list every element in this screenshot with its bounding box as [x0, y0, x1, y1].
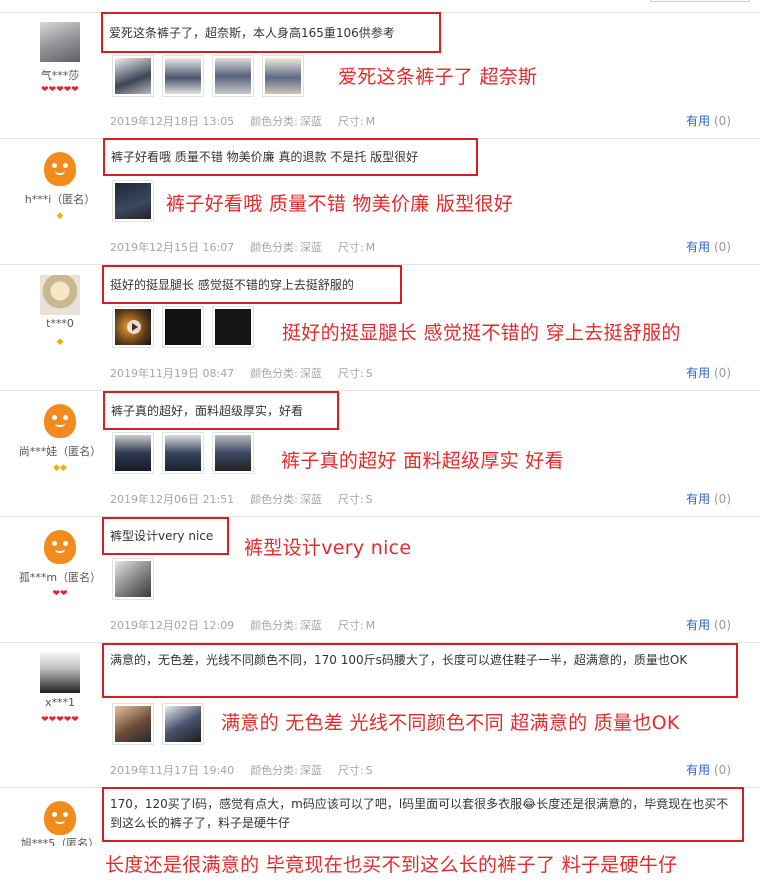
annotation-summary: 裤子真的超好 面料超级厚实 好看 — [281, 450, 564, 472]
color-label: 颜色分类: — [250, 367, 298, 380]
useful-button[interactable]: 有用 (0) — [686, 490, 731, 507]
color-label: 颜色分类: — [250, 493, 298, 506]
review-date: 2019年12月06日 21:51 — [110, 493, 235, 506]
annotation-summary: 裤子好看哦 质量不错 物美价廉 版型很好 — [166, 193, 514, 215]
username[interactable]: 气***莎 — [6, 67, 114, 83]
size-value: M — [365, 115, 376, 128]
review-photos — [112, 55, 304, 97]
useful-button[interactable]: 有用 (0) — [686, 238, 731, 255]
annotation-summary: 挺好的挺显腿长 感觉挺不错的 穿上去挺舒服的 — [282, 322, 681, 344]
review-date: 2019年11月17日 19:40 — [110, 764, 235, 777]
review-photo-thumbnail[interactable] — [262, 55, 304, 97]
play-icon[interactable] — [127, 320, 141, 334]
username[interactable]: t***0 — [6, 317, 114, 330]
useful-button[interactable]: 有用 (0) — [686, 616, 731, 633]
review-photo-thumbnail[interactable] — [162, 703, 204, 745]
review-text: 挺好的挺显腿长 感觉挺不错的穿上去挺舒服的 — [102, 265, 402, 304]
review-text: 裤子真的超好，面料超级厚实，好看 — [103, 391, 339, 430]
username[interactable]: 尚***娃（匿名） — [6, 443, 114, 459]
review-meta: 2019年12月18日 13:05 颜色分类: 深蓝 尺寸: M — [110, 113, 391, 129]
annotation-summary: 裤型设计very nice — [244, 537, 412, 559]
size-label: 尺寸: — [337, 493, 364, 506]
review-meta: 2019年12月15日 16:07 颜色分类: 深蓝 尺寸: M — [110, 239, 391, 255]
review-photo-thumbnail[interactable] — [212, 432, 254, 474]
review-date: 2019年12月02日 12:09 — [110, 619, 235, 632]
review-photo-thumbnail[interactable] — [162, 432, 204, 474]
review-meta: 2019年11月19日 08:47 颜色分类: 深蓝 尺寸: S — [110, 365, 389, 381]
review-photos — [112, 703, 204, 745]
review-text: 170，120买了l码，感觉有点大，m码应该可以了吧，l码里面可以套很多衣服😂长… — [102, 787, 744, 842]
color-label: 颜色分类: — [250, 764, 298, 777]
user-avatar[interactable] — [40, 653, 80, 693]
previous-input-stub — [650, 0, 750, 2]
user-level-hearts: ❤❤ — [52, 589, 68, 599]
review-photo-thumbnail[interactable] — [112, 558, 154, 600]
user-level-diamond: ◆ — [56, 337, 64, 347]
review-photo-thumbnail[interactable] — [112, 703, 154, 745]
color-value: 深蓝 — [299, 241, 322, 254]
size-value: S — [365, 367, 373, 380]
color-value: 深蓝 — [299, 493, 322, 506]
review-photo-thumbnail[interactable] — [212, 306, 254, 348]
color-label: 颜色分类: — [250, 619, 298, 632]
review-text: 爱死这条裤子了，超奈斯，本人身高165重106供参考 — [101, 12, 441, 53]
review-meta: 2019年12月06日 21:51 颜色分类: 深蓝 尺寸: S — [110, 491, 389, 507]
review-meta: 2019年12月02日 12:09 颜色分类: 深蓝 尺寸: M — [110, 617, 391, 633]
color-value: 深蓝 — [299, 619, 322, 632]
size-value: M — [365, 241, 376, 254]
review-photos — [112, 306, 254, 348]
review-meta: 2019年11月17日 19:40 颜色分类: 深蓝 尺寸: S — [110, 762, 389, 778]
annotation-summary: 长度还是很满意的 毕竟现在也买不到这么长的裤子了 料子是硬牛仔 — [105, 854, 678, 876]
review-photos — [112, 180, 154, 222]
user-level-diamond: ◆ — [56, 211, 64, 221]
color-value: 深蓝 — [299, 367, 322, 380]
user-level-hearts: ❤❤❤❤❤ — [41, 85, 79, 95]
color-value: 深蓝 — [299, 764, 322, 777]
default-avatar-icon[interactable] — [40, 798, 80, 838]
annotation-summary: 满意的 无色差 光线不同颜色不同 超满意的 质量也OK — [221, 712, 680, 734]
review-photo-thumbnail[interactable] — [212, 55, 254, 97]
color-label: 颜色分类: — [250, 241, 298, 254]
user-level-diamond: ◆◆ — [53, 463, 67, 473]
review-photo-thumbnail[interactable] — [112, 180, 154, 222]
size-value: S — [365, 764, 373, 777]
size-label: 尺寸: — [337, 115, 364, 128]
username[interactable]: x***1 — [6, 696, 114, 709]
default-avatar-icon[interactable] — [40, 401, 80, 441]
review-photo-thumbnail[interactable] — [112, 55, 154, 97]
review-photo-thumbnail[interactable] — [162, 55, 204, 97]
user-avatar[interactable] — [40, 275, 80, 315]
size-value: S — [365, 493, 373, 506]
review-photos — [112, 558, 154, 600]
user-level-hearts: ❤❤❤❤❤ — [41, 715, 79, 725]
size-label: 尺寸: — [337, 241, 364, 254]
review-photo-thumbnail[interactable] — [112, 432, 154, 474]
review-photos — [112, 432, 254, 474]
review-date: 2019年12月18日 13:05 — [110, 115, 235, 128]
color-value: 深蓝 — [299, 115, 322, 128]
user-avatar[interactable] — [40, 22, 80, 62]
annotation-summary: 爱死这条裤子了 超奈斯 — [338, 66, 538, 88]
size-label: 尺寸: — [337, 367, 364, 380]
size-value: M — [365, 619, 376, 632]
review-date: 2019年11月19日 08:47 — [110, 367, 235, 380]
review-text: 满意的，无色差，光线不同颜色不同，170 100斤s码腰大了，长度可以遮住鞋子一… — [102, 643, 738, 698]
review-text: 裤子好看哦 质量不错 物美价廉 真的退款 不是托 版型很好 — [103, 138, 478, 176]
color-label: 颜色分类: — [250, 115, 298, 128]
default-avatar-icon[interactable] — [40, 149, 80, 189]
review-video-thumbnail[interactable] — [112, 306, 154, 348]
username[interactable]: h***i（匿名） — [6, 191, 114, 207]
username[interactable]: 旭***5（匿名） — [6, 837, 114, 846]
useful-button[interactable]: 有用 (0) — [686, 112, 731, 129]
username[interactable]: 孤***m（匿名） — [6, 569, 114, 585]
review-date: 2019年12月15日 16:07 — [110, 241, 235, 254]
useful-button[interactable]: 有用 (0) — [686, 364, 731, 381]
size-label: 尺寸: — [337, 764, 364, 777]
default-avatar-icon[interactable] — [40, 527, 80, 567]
size-label: 尺寸: — [337, 619, 364, 632]
useful-button[interactable]: 有用 (0) — [686, 761, 731, 778]
review-text: 裤型设计very nice — [102, 517, 229, 555]
review-photo-thumbnail[interactable] — [162, 306, 204, 348]
